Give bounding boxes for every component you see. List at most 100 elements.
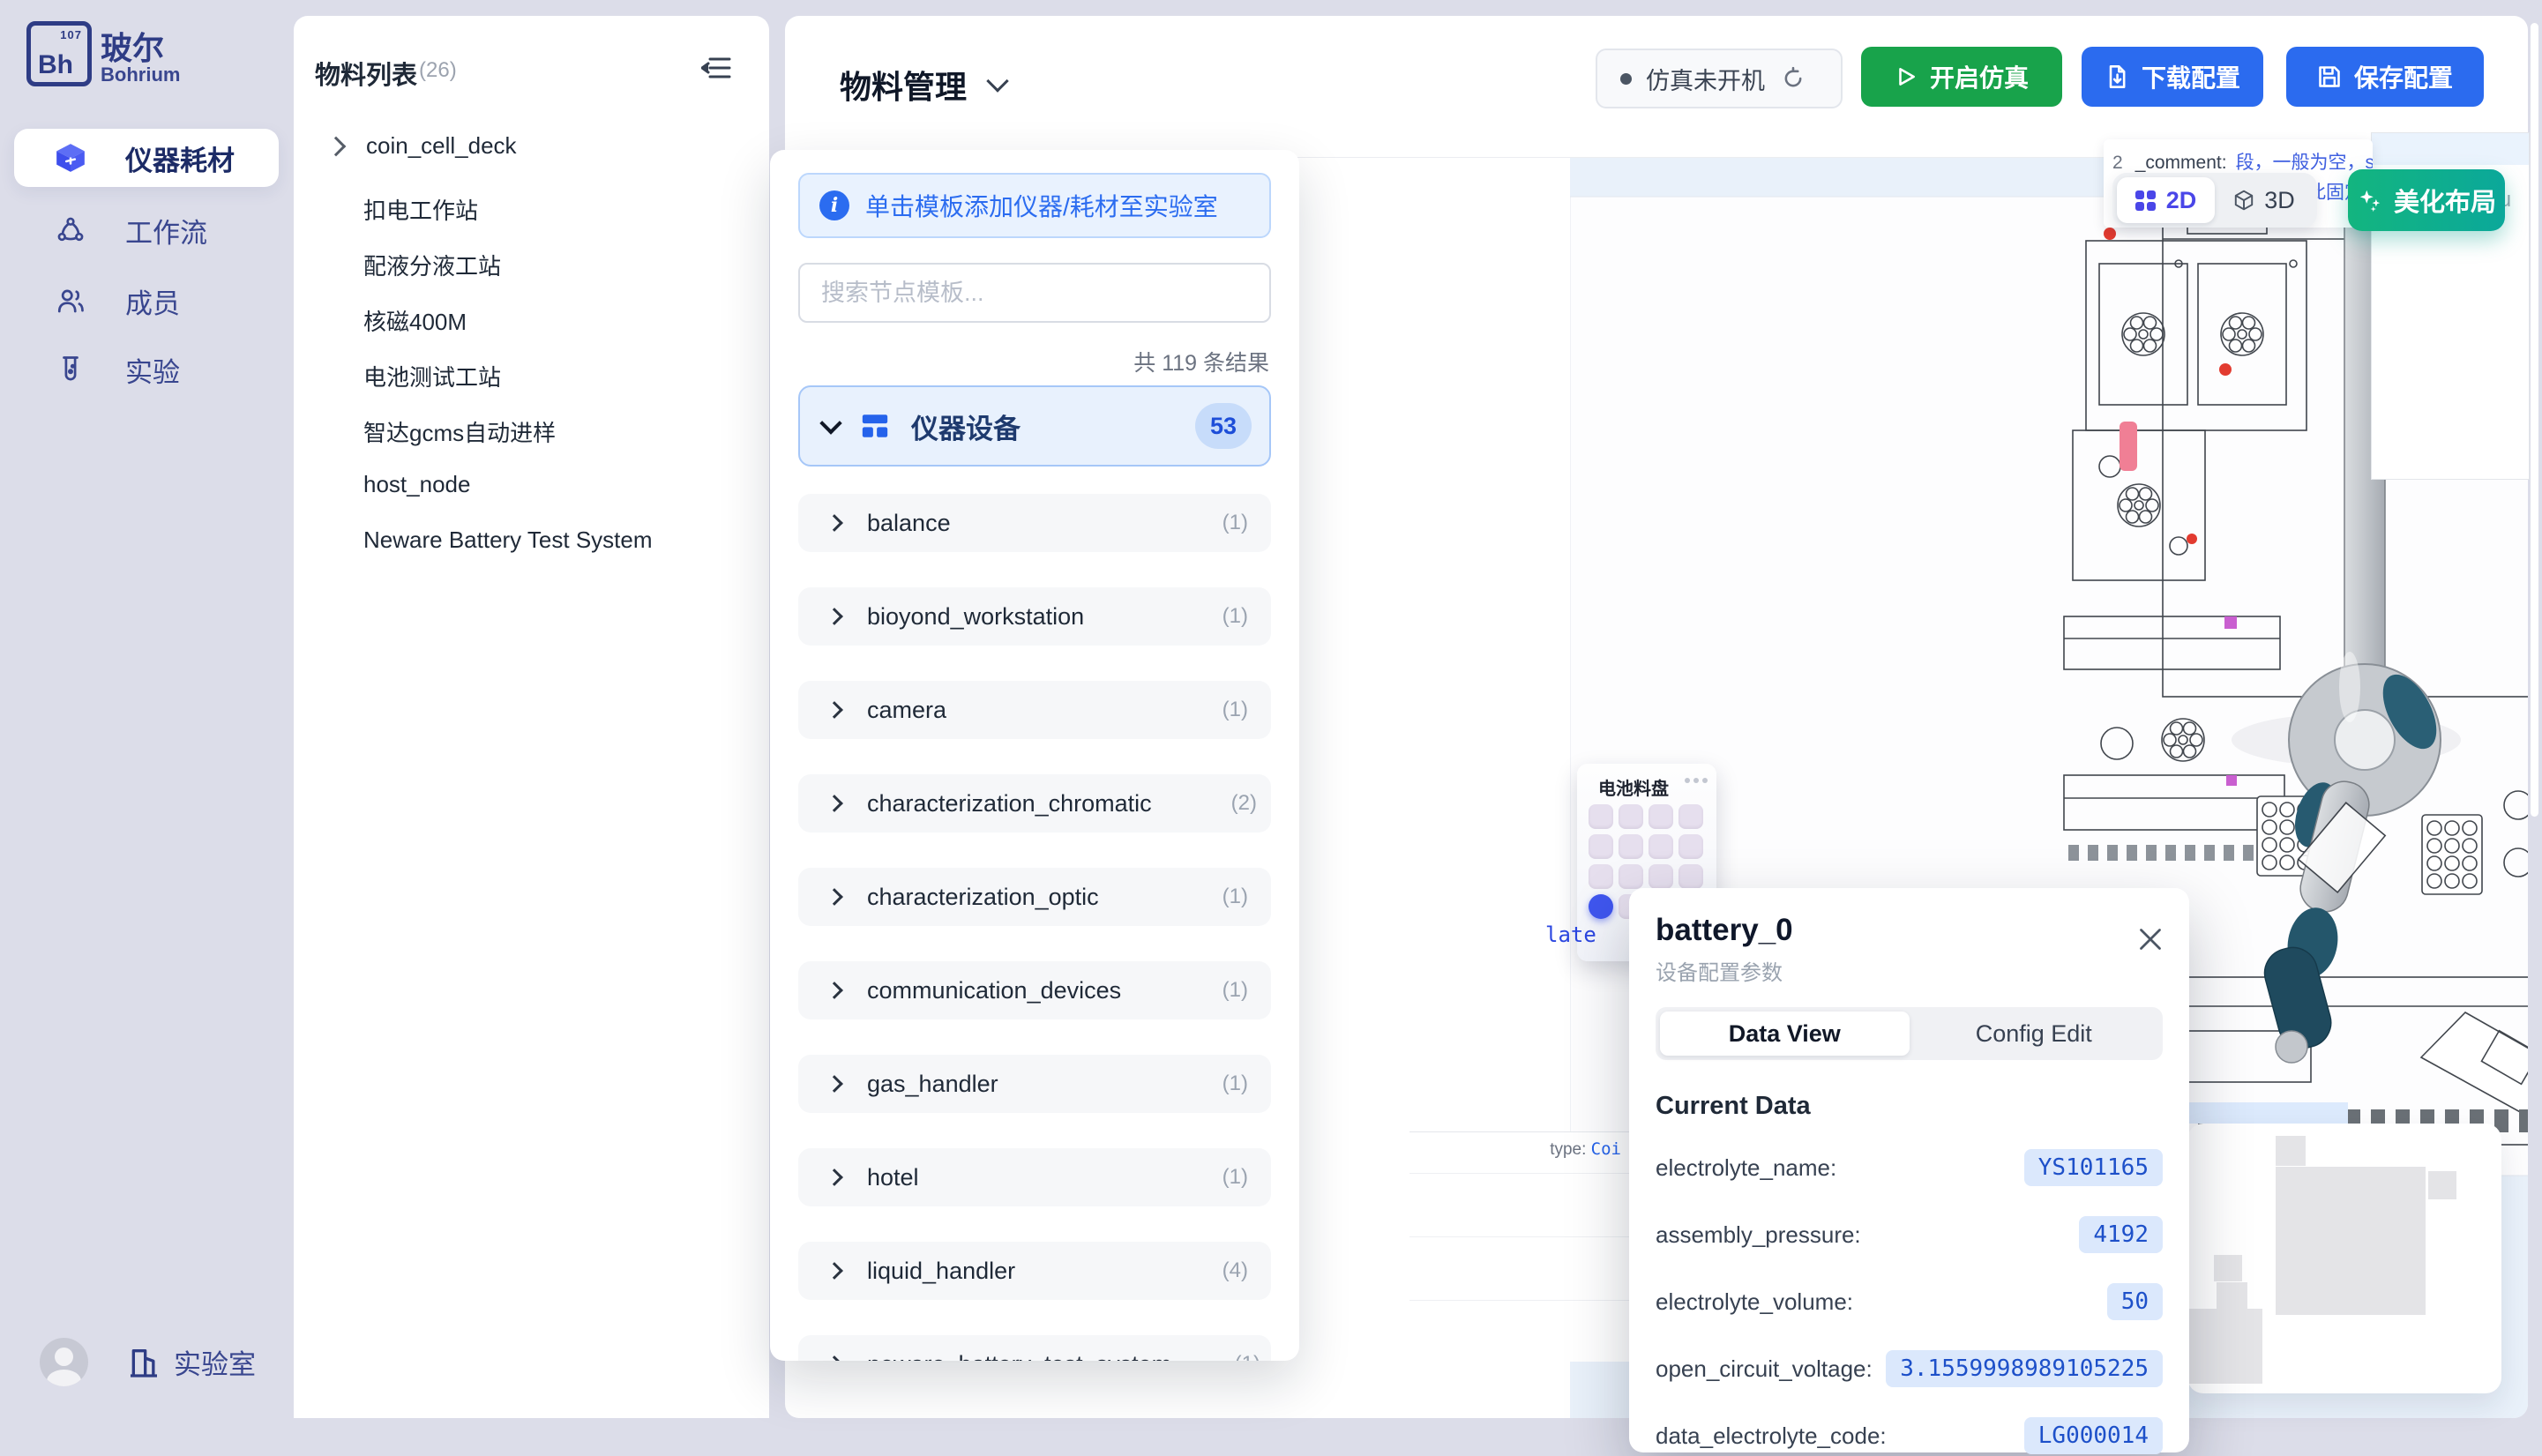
sidebar-item-instruments[interactable]: 仪器耗材 — [14, 129, 279, 187]
sidebar-item-members[interactable]: 成员 — [14, 272, 279, 330]
close-icon[interactable] — [2135, 923, 2166, 955]
group-instrument-devices[interactable]: 仪器设备 53 — [798, 385, 1271, 467]
material-item-label: host_node — [363, 471, 470, 498]
tab-data-view[interactable]: Data View — [1660, 1012, 1910, 1056]
template-item-characterization-optic[interactable]: characterization_optic(1) — [798, 868, 1271, 926]
template-item-liquid-handler[interactable]: liquid_handler(4) — [798, 1242, 1271, 1300]
workflow-icon — [53, 213, 88, 248]
building-icon — [126, 1345, 161, 1380]
battery-slot[interactable] — [1589, 834, 1613, 859]
minimap-highlight-band — [2187, 1102, 2348, 1124]
battery-slot[interactable] — [1649, 834, 1673, 859]
save-label: 保存配置 — [2354, 59, 2453, 94]
status-label: 仿真未开机 — [1646, 62, 1765, 96]
sidebar-item-label: 成员 — [125, 281, 180, 321]
template-item-characterization-chromatic[interactable]: characterization_chromatic(2) — [798, 774, 1271, 833]
current-data-heading: Current Data — [1656, 1092, 2163, 1121]
group-label: 仪器设备 — [911, 407, 1021, 446]
save-config-button[interactable]: 保存配置 — [2286, 47, 2484, 107]
toggle-3d[interactable]: 3D — [2215, 177, 2313, 223]
template-item-camera[interactable]: camera(1) — [798, 681, 1271, 739]
template-item-communication-devices[interactable]: communication_devices(1) — [798, 961, 1271, 1019]
collapse-panel-icon[interactable] — [701, 55, 731, 81]
template-item-count: (1) — [1222, 604, 1248, 629]
download-label: 下载配置 — [2142, 59, 2240, 94]
battery-slot[interactable] — [1678, 804, 1703, 829]
avatar[interactable] — [40, 1338, 88, 1386]
battery-slot[interactable] — [1678, 864, 1703, 889]
chevron-right-icon — [826, 888, 843, 906]
template-item-count: (1) — [1222, 885, 1248, 909]
material-item[interactable]: 电池测试工站 — [363, 360, 501, 392]
tooltip-type-row: type: Coi — [1550, 1139, 1621, 1160]
template-item-hotel[interactable]: hotel(1) — [798, 1148, 1271, 1206]
sparkles-icon — [2357, 187, 2383, 213]
battery-slot[interactable] — [1678, 834, 1703, 859]
data-row-label: data_electrolyte_code: — [1656, 1422, 1887, 1450]
chevron-right-icon — [826, 982, 843, 999]
sidebar-item-workflow[interactable]: 工作流 — [14, 201, 279, 259]
beautify-layout-button[interactable]: 美化布局 — [2348, 169, 2505, 231]
start-simulation-button[interactable]: 开启仿真 — [1861, 47, 2062, 107]
simulation-status-pill[interactable]: 仿真未开机 — [1596, 49, 1843, 108]
toggle-2d[interactable]: 2D — [2117, 177, 2215, 223]
battery-slot-selected[interactable] — [1589, 894, 1613, 919]
logo-symbol: Bh — [38, 50, 73, 80]
material-item[interactable]: host_node — [363, 471, 470, 498]
sidebar-item-experiments[interactable]: 实验 — [14, 340, 279, 399]
chevron-right-icon — [326, 136, 347, 156]
download-config-button[interactable]: 下载配置 — [2082, 47, 2263, 107]
material-item-label: 智达gcms自动进样 — [363, 415, 556, 448]
chevron-right-icon — [826, 1075, 843, 1093]
search-input[interactable] — [798, 263, 1271, 323]
template-item-count: (4) — [1222, 1258, 1248, 1283]
minimap[interactable] — [2187, 1124, 2501, 1393]
more-options-icon[interactable] — [1685, 778, 1708, 783]
battery-slot[interactable] — [1619, 804, 1643, 829]
material-item[interactable]: 配液分液工站 — [363, 249, 501, 281]
battery-slot[interactable] — [1619, 834, 1643, 859]
material-item[interactable]: coin_cell_deck — [329, 132, 517, 160]
sidebar-item-label: 工作流 — [125, 211, 207, 250]
material-item[interactable]: Neware Battery Test System — [363, 526, 653, 554]
template-item-balance[interactable]: balance (1) — [798, 494, 1271, 552]
popup-title: battery_0 — [1656, 913, 2163, 948]
side-panel-strip — [2372, 133, 2529, 165]
tab-config-edit[interactable]: Config Edit — [1910, 1012, 2159, 1056]
template-item-count: (1) — [1235, 1352, 1260, 1361]
cube-3d-icon — [2232, 189, 2255, 212]
popup-subtitle: 设备配置参数 — [1656, 955, 2163, 986]
battery-slot[interactable] — [1589, 804, 1613, 829]
page-title-text: 物料管理 — [840, 62, 967, 108]
battery-slot[interactable] — [1619, 864, 1643, 889]
template-item-neware-battery-test-system[interactable]: neware_battery_test_system (1) — [798, 1335, 1271, 1361]
template-item-count: (1) — [1222, 978, 1248, 1003]
material-item[interactable]: 扣电工作站 — [363, 193, 478, 226]
data-row-value: 50 — [2107, 1283, 2163, 1320]
cube-icon — [53, 140, 88, 175]
template-item-label: gas_handler — [867, 1071, 998, 1098]
scrollbar[interactable] — [2531, 23, 2538, 817]
battery-slot[interactable] — [1589, 864, 1613, 889]
app-title: 玻尔 — [101, 23, 164, 69]
template-item-count: (1) — [1222, 511, 1248, 535]
materials-panel: 物料列表 (26) coin_cell_deck 扣电工作站 配液分液工站 核磁… — [294, 16, 769, 1418]
template-item-label: neware_battery_test_system — [867, 1351, 1171, 1362]
material-item-label: 核磁400M — [363, 304, 467, 337]
template-item-label: balance — [867, 510, 951, 537]
material-item[interactable]: 核磁400M — [363, 304, 467, 337]
template-item-gas-handler[interactable]: gas_handler(1) — [798, 1055, 1271, 1113]
material-item[interactable]: 智达gcms自动进样 — [363, 415, 556, 448]
save-icon — [2317, 64, 2342, 89]
sidebar-item-laboratory[interactable]: 实验室 — [126, 1342, 256, 1382]
material-item-label: Neware Battery Test System — [363, 526, 653, 554]
battery-slot[interactable] — [1649, 804, 1673, 829]
template-item-count: (2) — [1231, 791, 1257, 816]
beautify-label: 美化布局 — [2394, 182, 2496, 219]
materials-title: 物料列表 — [315, 55, 417, 92]
template-item-bioyond-workstation[interactable]: bioyond_workstation(1) — [798, 587, 1271, 646]
page-title[interactable]: 物料管理 — [840, 62, 1006, 108]
battery-slot[interactable] — [1649, 864, 1673, 889]
lab-label: 实验室 — [174, 1342, 256, 1382]
data-row-label: electrolyte_volume: — [1656, 1288, 1853, 1316]
